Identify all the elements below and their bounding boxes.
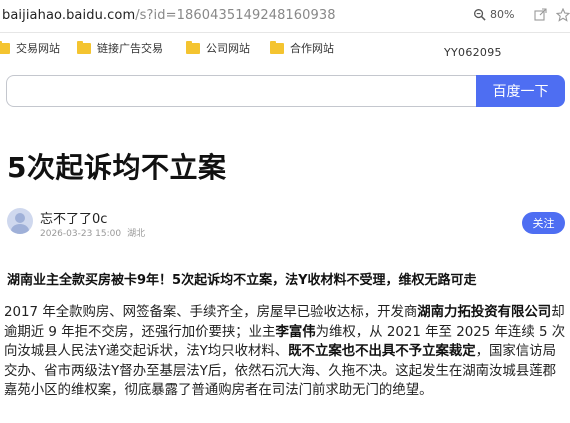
author-name[interactable]: 忘不了了0c <box>40 208 107 227</box>
article-meta: 2026-03-23 15:00 湖北 <box>40 226 145 239</box>
bookmark-label: 交易网站 <box>16 42 60 55</box>
url-host: baijiahao.baidu.com <box>2 8 136 23</box>
bookmark-label: 公司网站 <box>206 42 250 55</box>
zoom-indicator[interactable]: 80% <box>473 8 514 21</box>
search-button[interactable]: 百度一下 <box>476 75 565 107</box>
bookmark-item[interactable]: 合作网站 <box>270 40 334 56</box>
watermark-text: YY062095 <box>444 46 502 59</box>
zoom-level: 80% <box>490 8 515 21</box>
zoom-icon <box>474 9 486 21</box>
folder-icon <box>77 40 91 54</box>
article-paragraph: 2017 年全款购房、网签备案、手续齐全，房屋早已验收达标，开发商湖南力拓投资有… <box>4 303 567 401</box>
bookmark-label: 链接广告交易 <box>97 42 163 55</box>
publish-date: 2026-03-23 15:00 <box>40 229 122 239</box>
publish-location: 湖北 <box>127 229 146 239</box>
article-title: 5次起诉均不立案 <box>7 151 227 184</box>
follow-button[interactable]: 关注 <box>522 212 565 234</box>
bookmark-star-icon[interactable] <box>556 8 570 22</box>
body-text: 2017 年全款购房、网签备案、手续齐全，房屋早已验收达标，开发商 <box>4 305 418 320</box>
url-path: /s?id=1860435149248160938 <box>135 8 336 23</box>
folder-icon <box>270 40 284 54</box>
bookmark-item[interactable]: 公司网站 <box>186 40 250 56</box>
avatar[interactable] <box>7 208 33 234</box>
address-bar[interactable]: baijiahao.baidu.com/s?id=186043514924816… <box>0 0 570 33</box>
folder-icon <box>0 40 10 54</box>
url-text[interactable]: baijiahao.baidu.com/s?id=186043514924816… <box>2 8 336 23</box>
owner-name: 李富伟 <box>275 324 316 340</box>
folder-icon <box>186 40 200 54</box>
article-lead: 湖南业主全款买房被卡9年！5次起诉均不立案，法Y收材料不受理，维权无路可走 <box>7 273 477 288</box>
bookmark-item[interactable]: 链接广告交易 <box>77 40 163 56</box>
bold-phrase: 既不立案也不出具不予立案裁定 <box>288 344 476 360</box>
company-name: 湖南力拓投资有限公司 <box>417 305 552 320</box>
share-icon[interactable] <box>533 8 547 22</box>
bookmark-label: 合作网站 <box>290 42 334 55</box>
search-input[interactable] <box>6 75 476 107</box>
bookmark-item[interactable]: 交易网站 <box>0 40 60 56</box>
